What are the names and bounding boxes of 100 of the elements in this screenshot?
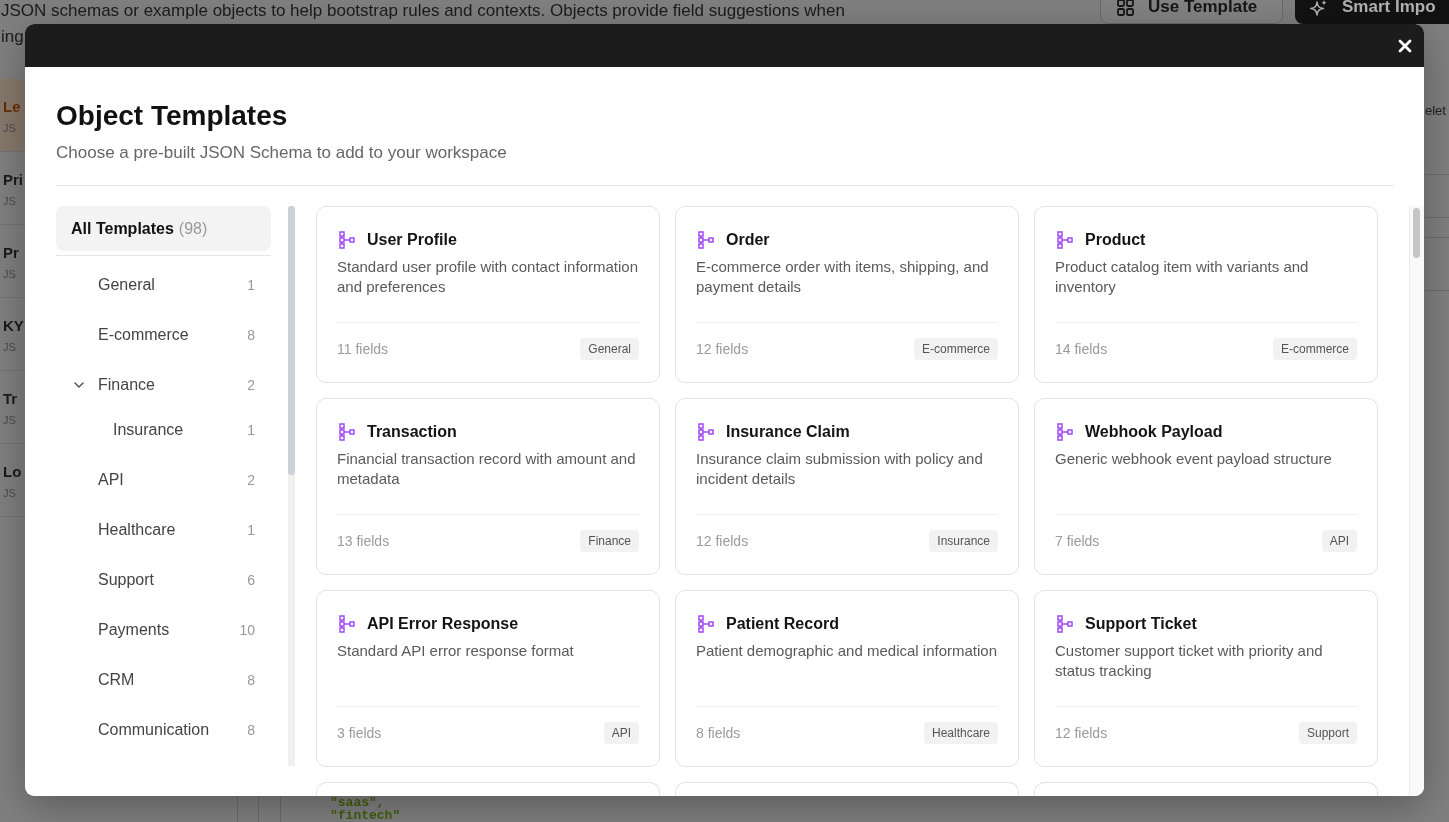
item-count: 1 [247,522,255,538]
close-icon [1398,38,1412,53]
field-count: 3 fields [337,725,382,741]
card-description: Insurance claim submission with policy and incident details [696,449,984,489]
category-item[interactable]: E-commerce 8 [56,310,271,360]
category-item[interactable]: All Templates (98) [56,206,271,251]
grid-icon [1117,0,1134,16]
template-card[interactable]: Order E-commerce order with items, shipping, and payment details 12 fields E-commerce [675,206,1019,383]
card-title: API Error Response [367,614,519,634]
template-card[interactable]: API Error Response Standard API error response format 3 fields API [316,590,660,767]
hierarchy-icon [1057,423,1073,441]
card-title: User Profile [367,230,457,250]
category-tag: E-commerce [914,338,998,360]
template-card[interactable]: Webhook Payload Generic webhook event payload structure 7 fields API [1034,398,1378,575]
item-count: 8 [247,722,255,738]
item-count: 2 [247,377,255,393]
code-line: "fintech" [330,809,401,822]
scrollbar-thumb[interactable] [288,206,295,475]
category-tag: API [1321,530,1357,552]
item-count: 8 [247,327,255,343]
category-tag: API [603,722,639,744]
card-title: Order [726,230,770,250]
item-title: Pri [2,170,23,190]
item-title: Pr [2,243,19,263]
item-count: 6 [247,572,255,588]
category-item[interactable]: API 2 [56,455,271,505]
item-count: 10 [239,622,255,638]
category-item[interactable]: Healthcare 1 [56,505,271,555]
panel-text: elet [1424,103,1446,119]
field-count: 11 fields [337,341,389,357]
sparkle-icon [1310,0,1328,16]
category-item[interactable]: CRM 8 [56,655,271,705]
field-count: 12 fields [1055,725,1108,741]
dialog-title: Object Templates [56,99,288,133]
card-description: Generic webhook event payload structure [1055,449,1333,469]
card-title: Insurance Claim [726,422,850,442]
field-count: 14 fields [1055,341,1108,357]
smart-import-button[interactable]: Smart Impo [1295,0,1449,24]
item-title: KY [2,316,24,336]
hierarchy-icon [698,615,714,633]
category-tag: General [580,338,639,360]
category-tag: Support [1298,722,1357,744]
field-count: 7 fields [1055,533,1100,549]
field-count: 13 fields [337,533,390,549]
category-tag: Insurance [929,530,998,552]
card-title: Transaction [367,422,457,442]
hierarchy-icon [339,615,355,633]
item-title: Lo [2,462,22,482]
hierarchy-icon [1057,615,1073,633]
card-description: Financial transaction record with amount and metadata [337,449,637,489]
item-count: 2 [247,472,255,488]
item-count: 8 [247,672,255,688]
hierarchy-icon [698,423,714,441]
template-card[interactable]: Patient Record Patient demographic and medical information 8 fields Healthcare [675,590,1019,767]
item-count: 1 [247,277,255,293]
category-tag: E-commerce [1273,338,1357,360]
card-title: Patient Record [726,614,839,634]
hierarchy-icon [1057,231,1073,249]
description-text: ing [1,26,24,48]
template-card[interactable]: Product Product catalog item with variants and inventory 14 fields E-commerce [1034,206,1378,383]
card-description: E-commerce order with items, shipping, and payment details [696,257,990,297]
card-description: Product catalog item with variants and inventory [1055,257,1310,297]
template-card[interactable]: User Profile Standard user profile with contact information and preferences 11 fields General [316,206,660,383]
template-card[interactable]: Support Ticket Customer support ticket with priority and status tracking 12 fields Support [1034,590,1378,767]
item-title: Le [2,97,21,117]
dialog-subtitle: Choose a pre-built JSON Schema to add to your workspace [56,142,507,164]
category-item[interactable]: Finance 2 [56,360,271,410]
category-item[interactable]: Payments 10 [56,605,271,655]
category-item[interactable]: Support 6 [56,555,271,605]
code-line: "saas", [330,796,385,809]
close-button[interactable] [1398,38,1412,53]
field-count: 8 fields [696,725,741,741]
card-description: Customer support ticket with priority and status tracking [1055,641,1324,681]
item-title: Tr [2,389,18,409]
template-card[interactable]: Insurance Claim Insurance claim submission with policy and incident details 12 fields Insurance [675,398,1019,575]
field-count: 12 fields [696,341,749,357]
template-card[interactable] [316,782,660,796]
card-description: Standard user profile with contact information and preferences [337,257,638,297]
card-title: Webhook Payload [1085,422,1223,442]
hierarchy-icon [698,231,714,249]
card-description: Patient demographic and medical information [696,641,997,661]
item-count: 1 [247,422,255,438]
template-card[interactable] [1034,782,1378,796]
use-template-button[interactable]: Use Template [1100,0,1283,24]
scrollbar-thumb[interactable] [1413,208,1420,258]
category-item[interactable]: Communication 8 [56,705,271,755]
hierarchy-icon [339,423,355,441]
card-description: Standard API error response format [337,641,575,661]
hierarchy-icon [339,231,355,249]
category-item[interactable]: Insurance 1 [56,410,271,450]
category-item[interactable]: General 1 [56,260,271,310]
template-card[interactable] [675,782,1019,796]
description-text: JSON schemas or example objects to help bootstrap rules and contexts. Objects provide field suggestions when [1,0,845,22]
card-title: Support Ticket [1085,614,1197,634]
item-count: (98) [178,219,208,238]
card-title: Product [1085,230,1146,250]
category-tag: Healthcare [923,722,998,744]
field-count: 12 fields [696,533,749,549]
template-card[interactable]: Transaction Financial transaction record with amount and metadata 13 fields Finance [316,398,660,575]
category-tag: Finance [580,530,639,552]
